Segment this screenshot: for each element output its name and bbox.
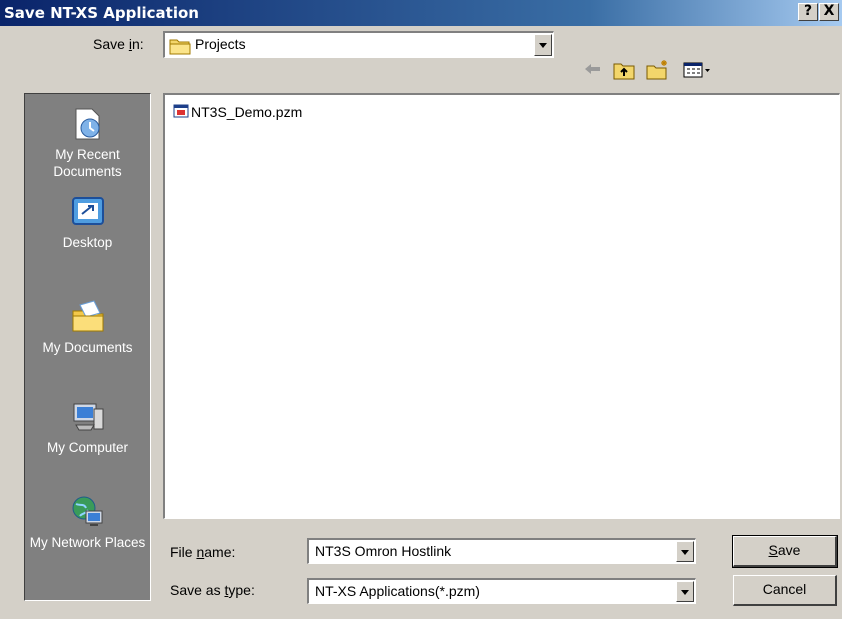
close-button[interactable]: X — [819, 3, 839, 21]
save-as-type-dropdown-button[interactable] — [676, 581, 694, 602]
file-list[interactable]: NT3S_Demo.pzm — [163, 93, 840, 519]
pzm-file-icon — [173, 103, 189, 122]
back-icon[interactable] — [582, 59, 604, 82]
save-in-dropdown-button[interactable] — [534, 34, 552, 56]
my-computer-icon — [70, 399, 106, 435]
save-as-type-value: NT-XS Applications(*.pzm) — [315, 583, 480, 599]
save-in-combo[interactable]: Projects — [163, 31, 554, 58]
cancel-button[interactable]: Cancel — [733, 575, 837, 606]
file-name-dropdown-button[interactable] — [676, 541, 694, 562]
place-my-recent-documents[interactable]: My Recent Documents — [25, 106, 150, 180]
new-folder-icon[interactable] — [645, 59, 671, 84]
file-name-label: File name: — [170, 544, 236, 560]
save-in-value: Projects — [195, 36, 246, 52]
place-my-documents[interactable]: My Documents — [25, 299, 150, 356]
file-name-combo[interactable]: NT3S Omron Hostlink — [307, 538, 696, 564]
file-name-text: NT3S_Demo.pzm — [191, 104, 303, 120]
title-bar[interactable]: Save NT-XS Application ? X — [0, 0, 842, 26]
place-desktop[interactable]: Desktop — [25, 194, 150, 251]
file-name-value[interactable]: NT3S Omron Hostlink — [315, 543, 451, 559]
desktop-icon — [70, 194, 106, 230]
save-as-type-label: Save as type: — [170, 582, 255, 598]
save-dialog: Save NT-XS Application ? X Save in: Proj… — [0, 0, 842, 619]
network-places-icon — [70, 494, 106, 530]
file-item[interactable]: NT3S_Demo.pzm — [173, 103, 302, 122]
places-bar: My Recent Documents Desktop My Documents… — [24, 93, 151, 601]
place-my-computer[interactable]: My Computer — [25, 399, 150, 456]
dialog-title: Save NT-XS Application — [4, 4, 199, 22]
up-folder-icon[interactable] — [612, 59, 636, 84]
recent-documents-icon — [70, 106, 106, 142]
help-button[interactable]: ? — [798, 3, 818, 21]
save-in-label: Save in: — [93, 36, 144, 52]
save-button[interactable]: Save — [732, 535, 838, 568]
place-my-network-places[interactable]: My Network Places — [25, 494, 150, 551]
my-documents-icon — [70, 299, 106, 335]
views-menu-icon[interactable] — [682, 59, 712, 84]
save-as-type-combo[interactable]: NT-XS Applications(*.pzm) — [307, 578, 696, 604]
folder-icon — [169, 37, 191, 58]
